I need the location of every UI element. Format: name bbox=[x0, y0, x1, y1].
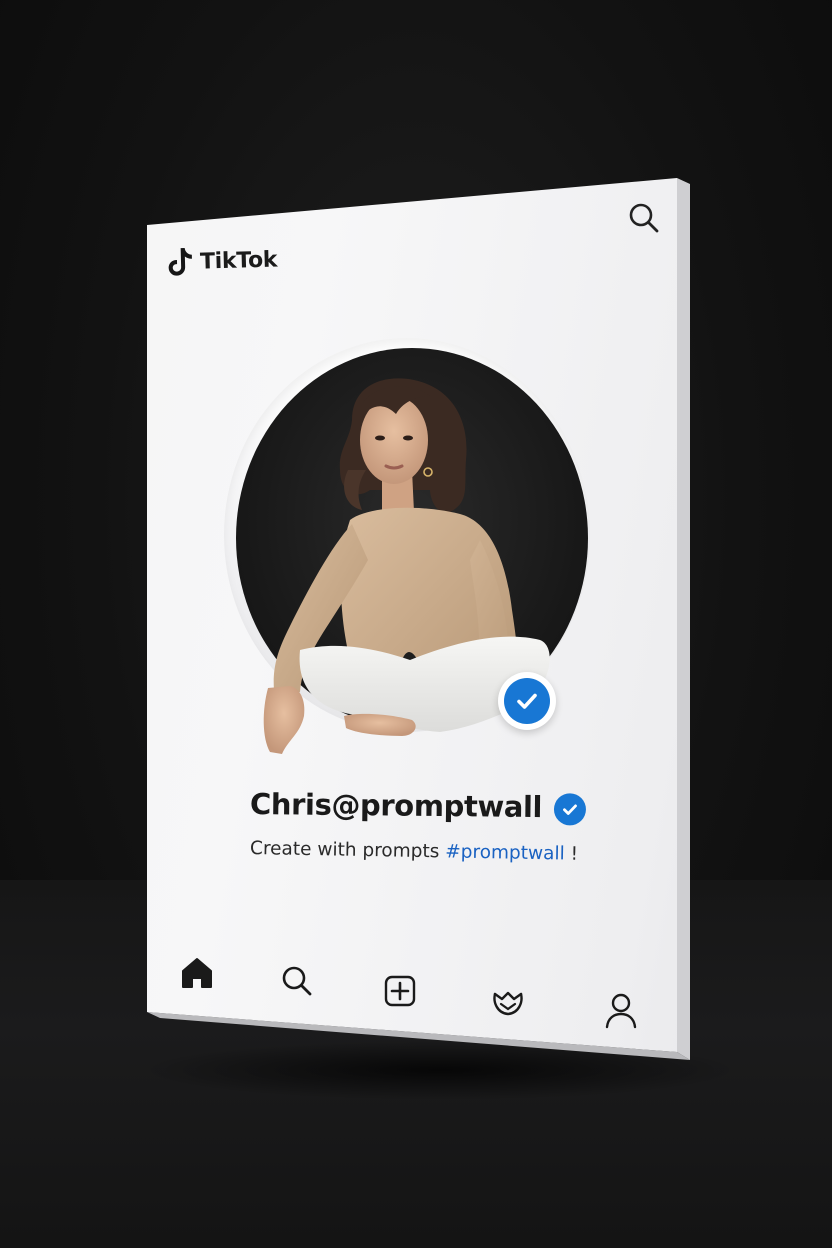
username[interactable]: Chris@promptwall bbox=[250, 787, 542, 824]
profile-icon[interactable] bbox=[601, 990, 641, 1032]
add-icon[interactable] bbox=[381, 972, 419, 1010]
bio-suffix: ! bbox=[564, 843, 579, 865]
inbox-icon[interactable] bbox=[487, 980, 529, 1022]
search-icon[interactable] bbox=[278, 962, 316, 1000]
username-row: Chris@promptwall bbox=[250, 786, 587, 826]
avatar-cutout bbox=[236, 348, 588, 728]
checkmark-icon bbox=[563, 804, 578, 815]
bio-text: Create with prompts bbox=[249, 838, 446, 863]
home-icon[interactable] bbox=[178, 954, 216, 992]
checkmark-icon bbox=[517, 693, 537, 709]
tiktok-note-icon bbox=[168, 247, 192, 276]
hashtag-link[interactable]: #promptwall bbox=[445, 841, 565, 864]
search-icon[interactable] bbox=[626, 200, 662, 236]
app-name: TikTok bbox=[199, 247, 278, 275]
verified-badge bbox=[553, 793, 587, 826]
verified-badge-large bbox=[498, 672, 556, 730]
app-logo[interactable]: TikTok bbox=[166, 243, 278, 280]
